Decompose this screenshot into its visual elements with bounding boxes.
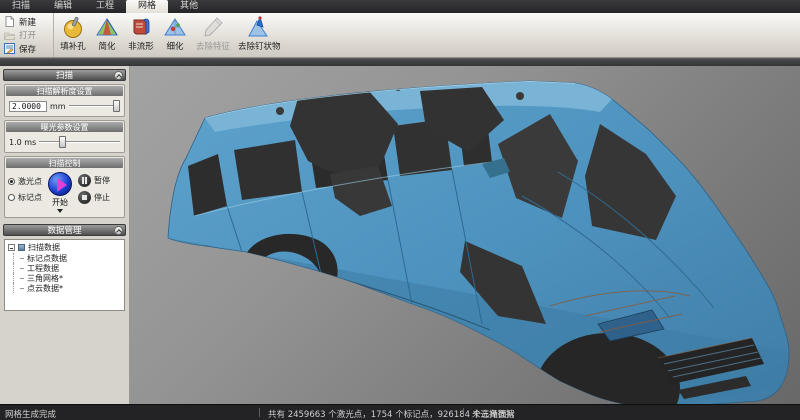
exposure-slider[interactable] <box>39 136 120 148</box>
simplify-label: 简化 <box>98 40 115 52</box>
status-divider: | <box>462 408 465 418</box>
radio-dot-icon <box>8 194 15 201</box>
left-panel: 扫描 扫描解析度设置 mm 曝光参数设置 1.0 ms <box>0 66 130 404</box>
data-panel-header: 数据管理 <box>3 224 126 236</box>
tree-expander-icon[interactable] <box>8 244 15 251</box>
open-label: 打开 <box>19 29 36 41</box>
3d-viewport[interactable] <box>130 66 800 404</box>
remove-feature-icon <box>201 15 225 39</box>
scan-mode-radios: 激光点 标记点 <box>8 172 42 213</box>
pause-icon <box>78 174 91 187</box>
scan-panel-title: 扫描 <box>56 69 73 81</box>
tree-item-triangle-mesh[interactable]: 三角网格* <box>13 273 124 283</box>
remove-feature-label: 去除特征 <box>196 40 230 52</box>
scan-control-groupbox: 扫描控制 激光点 标记点 开始 <box>4 156 125 218</box>
status-selection: 未选择数据 <box>472 408 515 420</box>
manifold-button[interactable]: 非流形 <box>124 14 158 56</box>
save-icon <box>4 43 15 54</box>
mesh-tools-group: 填补孔 简化 非流形 <box>54 13 287 57</box>
radio-dot-icon <box>8 178 15 185</box>
new-label: 新建 <box>19 16 36 28</box>
ribbon-toolbar: 新建 打开 保存 <box>0 13 800 58</box>
start-scan-button[interactable] <box>48 172 72 196</box>
tab-scan[interactable]: 扫描 <box>0 0 42 13</box>
scan-panel-collapse-button[interactable] <box>114 71 123 80</box>
resolution-unit: mm <box>50 102 66 111</box>
tree-root-label: 扫描数据 <box>28 242 60 253</box>
menu-bar: 扫描 编辑 工程 网格 其他 <box>0 0 800 13</box>
toolbar-divider-strip <box>0 58 800 66</box>
exposure-header: 曝光参数设置 <box>6 122 123 132</box>
remove-spikes-label: 去除钉状物 <box>238 40 281 52</box>
open-button[interactable]: 打开 <box>4 29 49 42</box>
resolution-slider-handle[interactable] <box>113 100 120 112</box>
manifold-label: 非流形 <box>128 40 154 52</box>
pause-label: 暂停 <box>94 175 110 186</box>
simplify-button[interactable]: 简化 <box>90 14 124 56</box>
status-message: 网格生成完成 <box>5 408 56 420</box>
stop-icon <box>78 191 91 204</box>
fill-holes-icon <box>61 15 85 39</box>
remove-feature-button[interactable]: 去除特征 <box>192 14 234 56</box>
marker-point-label: 标记点 <box>18 192 42 203</box>
manifold-icon <box>129 15 153 39</box>
tab-mesh[interactable]: 网格 <box>126 0 168 13</box>
laser-point-radio[interactable]: 激光点 <box>8 176 42 187</box>
tree-item-point-cloud[interactable]: 点云数据* <box>13 283 124 293</box>
exposure-groupbox: 曝光参数设置 1.0 ms <box>4 120 125 153</box>
simplify-icon <box>95 15 119 39</box>
pause-stop-column: 暂停 停止 <box>78 172 110 213</box>
data-panel-collapse-button[interactable] <box>114 226 123 235</box>
resolution-header: 扫描解析度设置 <box>6 86 123 96</box>
tab-project[interactable]: 工程 <box>84 0 126 13</box>
resolution-input[interactable] <box>9 101 47 112</box>
status-bar: 网格生成完成 | 共有 2459663 个激光点，1754 个标记点，92618… <box>0 404 800 420</box>
resolution-slider[interactable] <box>69 100 120 112</box>
tree-root-scan-data[interactable]: 扫描数据 <box>8 242 124 253</box>
new-file-icon <box>4 16 15 27</box>
fill-holes-button[interactable]: 填补孔 <box>56 14 90 56</box>
resolution-groupbox: 扫描解析度设置 mm <box>4 84 125 117</box>
data-panel-title: 数据管理 <box>47 224 81 236</box>
exposure-slider-handle[interactable] <box>59 136 66 148</box>
laser-point-label: 激光点 <box>18 176 42 187</box>
exposure-slider-track <box>39 141 120 143</box>
start-dropdown-arrow-icon[interactable] <box>57 209 63 213</box>
status-divider: | <box>258 408 261 418</box>
tree-item-marker-data[interactable]: 标记点数据 <box>13 253 124 263</box>
remove-spikes-button[interactable]: 去除钉状物 <box>234 14 285 56</box>
tab-edit[interactable]: 编辑 <box>42 0 84 13</box>
file-button-column: 新建 打开 保存 <box>0 13 54 57</box>
application-window: 扫描 编辑 工程 网格 其他 新建 打开 <box>0 0 800 420</box>
exposure-value: 1.0 ms <box>9 138 36 147</box>
refine-button[interactable]: 细化 <box>158 14 192 56</box>
remove-spikes-icon <box>247 15 271 39</box>
new-button[interactable]: 新建 <box>4 15 49 28</box>
car-scan-mesh <box>130 66 800 404</box>
refine-label: 细化 <box>166 40 183 52</box>
marker-point-radio[interactable]: 标记点 <box>8 192 42 203</box>
save-button[interactable]: 保存 <box>4 42 49 55</box>
scan-panel-header: 扫描 <box>3 69 126 81</box>
tree-item-project-data[interactable]: 工程数据 <box>13 263 124 273</box>
tab-other[interactable]: 其他 <box>168 0 210 13</box>
stop-button[interactable]: 停止 <box>78 191 110 204</box>
scan-control-header: 扫描控制 <box>6 158 123 168</box>
fill-holes-label: 填补孔 <box>60 40 86 52</box>
refine-icon <box>163 15 187 39</box>
start-label: 开始 <box>52 197 68 208</box>
scan-data-icon <box>18 244 25 251</box>
pause-button[interactable]: 暂停 <box>78 174 110 187</box>
tree-item-label: 点云数据* <box>27 283 63 294</box>
open-folder-icon <box>4 30 15 41</box>
data-tree: 扫描数据 标记点数据 工程数据 三角网格* 点云数据* <box>4 239 125 311</box>
save-label: 保存 <box>19 43 36 55</box>
stop-label: 停止 <box>94 192 110 203</box>
